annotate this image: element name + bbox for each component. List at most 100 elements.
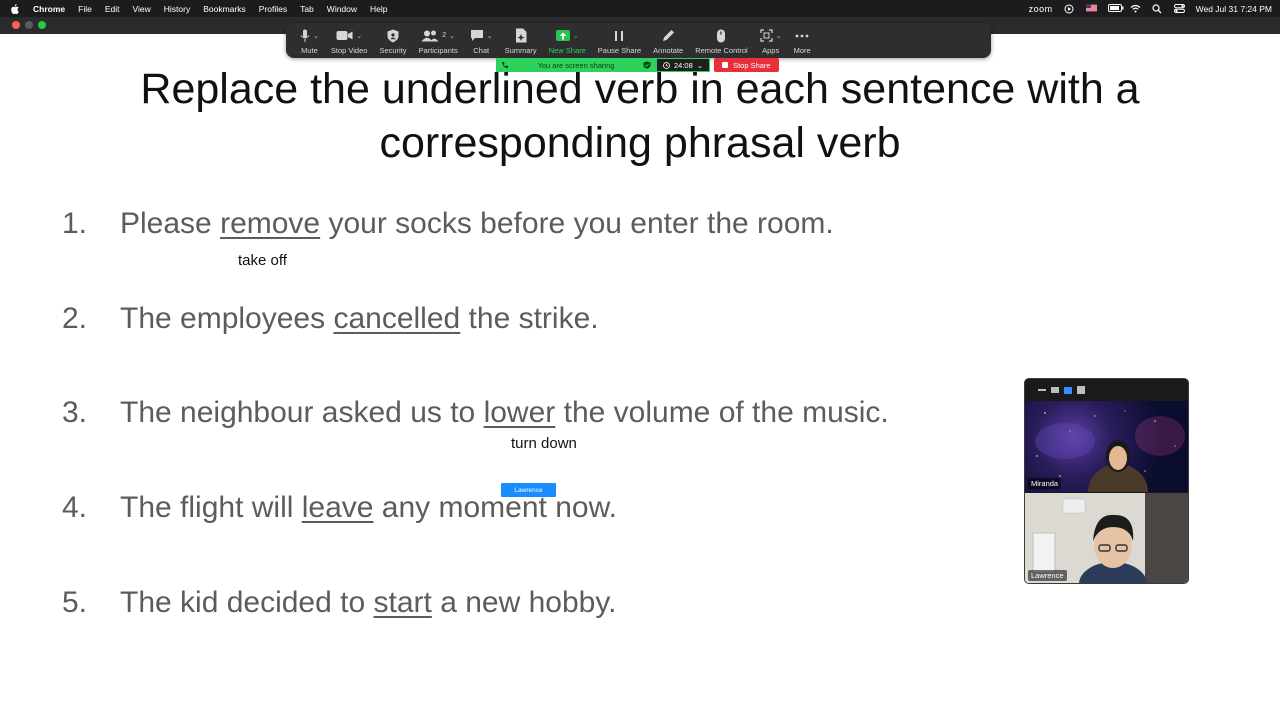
apps-chevron-icon[interactable]: ⌄ bbox=[776, 32, 782, 40]
question-2: 2. The employees cancelled the strike. bbox=[62, 302, 599, 336]
video-tile-lawrence[interactable]: Lawrence bbox=[1025, 493, 1188, 583]
slide-title: Replace the underlined verb in each sent… bbox=[140, 65, 1140, 167]
menu-help[interactable]: Help bbox=[370, 4, 387, 14]
record-status-icon[interactable] bbox=[1064, 4, 1075, 14]
participants-button[interactable]: 2 ⌄ Participants bbox=[413, 25, 464, 55]
fullscreen-window-button[interactable] bbox=[38, 21, 46, 29]
menu-tab[interactable]: Tab bbox=[300, 4, 314, 14]
apps-button[interactable]: ⌄ Apps bbox=[754, 25, 788, 55]
us-flag-icon[interactable] bbox=[1085, 4, 1097, 13]
question-text: the volume of the music. bbox=[555, 396, 889, 429]
question-text: Please bbox=[120, 207, 221, 240]
participants-chevron-icon[interactable]: ⌄ bbox=[449, 32, 455, 40]
menu-history[interactable]: History bbox=[164, 4, 190, 14]
participants-label: Participants bbox=[418, 46, 458, 55]
underlined-verb: start bbox=[373, 586, 432, 619]
participant-name-label: Miranda bbox=[1028, 478, 1062, 489]
mouse-icon bbox=[717, 29, 726, 42]
new-share-chevron-icon[interactable]: ⌄ bbox=[573, 32, 579, 40]
control-center-icon[interactable] bbox=[1173, 4, 1185, 14]
gallery-view-controls bbox=[1025, 379, 1188, 401]
question-3: 3. The neighbour asked us to lower the vo… bbox=[62, 396, 889, 430]
zoom-share-toolbar: ⌄ Mute ⌄ Stop Video Security 2 ⌄ Partici… bbox=[286, 23, 991, 58]
chat-bubble-icon bbox=[470, 30, 483, 41]
menu-window[interactable]: Window bbox=[327, 4, 357, 14]
stop-video-button[interactable]: ⌄ Stop Video bbox=[325, 25, 374, 55]
video-tile-miranda[interactable]: Miranda bbox=[1025, 401, 1188, 492]
chat-chevron-icon[interactable]: ⌄ bbox=[487, 32, 493, 40]
summary-label: Summary bbox=[504, 46, 537, 55]
question-text: The kid decided to bbox=[120, 586, 374, 619]
question-text: your socks before you enter the room. bbox=[320, 207, 834, 240]
menu-app-name[interactable]: Chrome bbox=[33, 4, 65, 14]
underlined-verb: remove bbox=[220, 207, 321, 240]
participants-icon bbox=[421, 30, 439, 41]
question-1: 1. Please remove your socks before you en… bbox=[62, 207, 834, 241]
question-number: 3. bbox=[62, 396, 88, 429]
microphone-icon bbox=[300, 29, 310, 42]
menu-profiles[interactable]: Profiles bbox=[259, 4, 287, 14]
gallery-grid-icon[interactable] bbox=[1077, 386, 1085, 394]
participant-name-label: Lawrence bbox=[1028, 570, 1067, 581]
underlined-verb: cancelled bbox=[333, 302, 461, 335]
minimize-window-button[interactable] bbox=[25, 21, 33, 29]
annotation-answer-1: take off bbox=[238, 252, 287, 269]
annotate-button[interactable]: Annotate bbox=[647, 25, 689, 55]
menu-edit[interactable]: Edit bbox=[105, 4, 120, 14]
more-dots-icon bbox=[795, 34, 809, 37]
pause-share-button[interactable]: Pause Share bbox=[592, 25, 647, 55]
mute-options-chevron-icon[interactable]: ⌄ bbox=[313, 32, 319, 40]
security-label: Security bbox=[379, 46, 407, 55]
apple-menu-icon[interactable] bbox=[8, 3, 20, 15]
shield-icon bbox=[387, 29, 399, 42]
annotation-answer-2: turn down bbox=[511, 435, 577, 452]
battery-icon[interactable] bbox=[1107, 4, 1124, 13]
remote-control-button[interactable]: Remote Control bbox=[689, 25, 754, 55]
menu-bookmarks[interactable]: Bookmarks bbox=[203, 4, 246, 14]
menu-file[interactable]: File bbox=[78, 4, 92, 14]
video-camera-icon bbox=[336, 31, 353, 40]
summary-icon bbox=[515, 28, 527, 43]
wifi-icon[interactable] bbox=[1130, 4, 1141, 13]
chat-button[interactable]: ⌄ Chat bbox=[464, 25, 499, 55]
pause-share-label: Pause Share bbox=[597, 46, 642, 55]
menubar-datetime[interactable]: Wed Jul 31 7:24 PM bbox=[1196, 4, 1272, 14]
remote-cursor-name-tag: Lawrence bbox=[501, 483, 556, 497]
strip-view-icon[interactable] bbox=[1064, 386, 1072, 394]
apps-label: Apps bbox=[762, 46, 780, 55]
menu-view[interactable]: View bbox=[132, 4, 150, 14]
speaker-view-icon[interactable] bbox=[1051, 387, 1059, 393]
apps-icon bbox=[760, 29, 773, 42]
underlined-verb: leave bbox=[301, 491, 374, 524]
question-number: 1. bbox=[62, 207, 88, 240]
pencil-icon bbox=[662, 30, 674, 41]
stop-video-label: Stop Video bbox=[330, 46, 368, 55]
pause-icon bbox=[615, 30, 624, 41]
question-text: The employees bbox=[120, 302, 334, 335]
summary-button[interactable]: Summary bbox=[499, 25, 543, 55]
question-number: 2. bbox=[62, 302, 88, 335]
new-share-label: New Share bbox=[548, 46, 586, 55]
window-controls bbox=[12, 21, 46, 29]
minimize-view-icon[interactable] bbox=[1038, 389, 1046, 391]
close-window-button[interactable] bbox=[12, 21, 20, 29]
more-button[interactable]: More bbox=[788, 25, 817, 55]
zoom-status-logo[interactable]: zoom bbox=[1029, 4, 1053, 14]
mute-label: Mute bbox=[301, 46, 318, 55]
participants-count: 2 bbox=[442, 32, 447, 39]
remote-control-label: Remote Control bbox=[695, 46, 748, 55]
question-text: the strike. bbox=[460, 302, 599, 335]
question-text: The neighbour asked us to bbox=[120, 396, 484, 429]
more-label: More bbox=[793, 46, 811, 55]
question-number: 5. bbox=[62, 586, 88, 619]
security-button[interactable]: Security bbox=[373, 25, 412, 55]
mute-button[interactable]: ⌄ Mute bbox=[294, 25, 325, 55]
share-arrow-icon bbox=[555, 30, 570, 41]
video-gallery-panel[interactable]: Miranda Lawrence bbox=[1024, 378, 1189, 584]
spotlight-search-icon[interactable] bbox=[1152, 4, 1163, 14]
new-share-button[interactable]: ⌄ New Share bbox=[543, 25, 592, 55]
video-options-chevron-icon[interactable]: ⌄ bbox=[356, 32, 362, 40]
question-5: 5. The kid decided to start a new hobby. bbox=[62, 586, 616, 620]
question-text: any moment now. bbox=[373, 491, 617, 524]
chat-label: Chat bbox=[473, 46, 490, 55]
